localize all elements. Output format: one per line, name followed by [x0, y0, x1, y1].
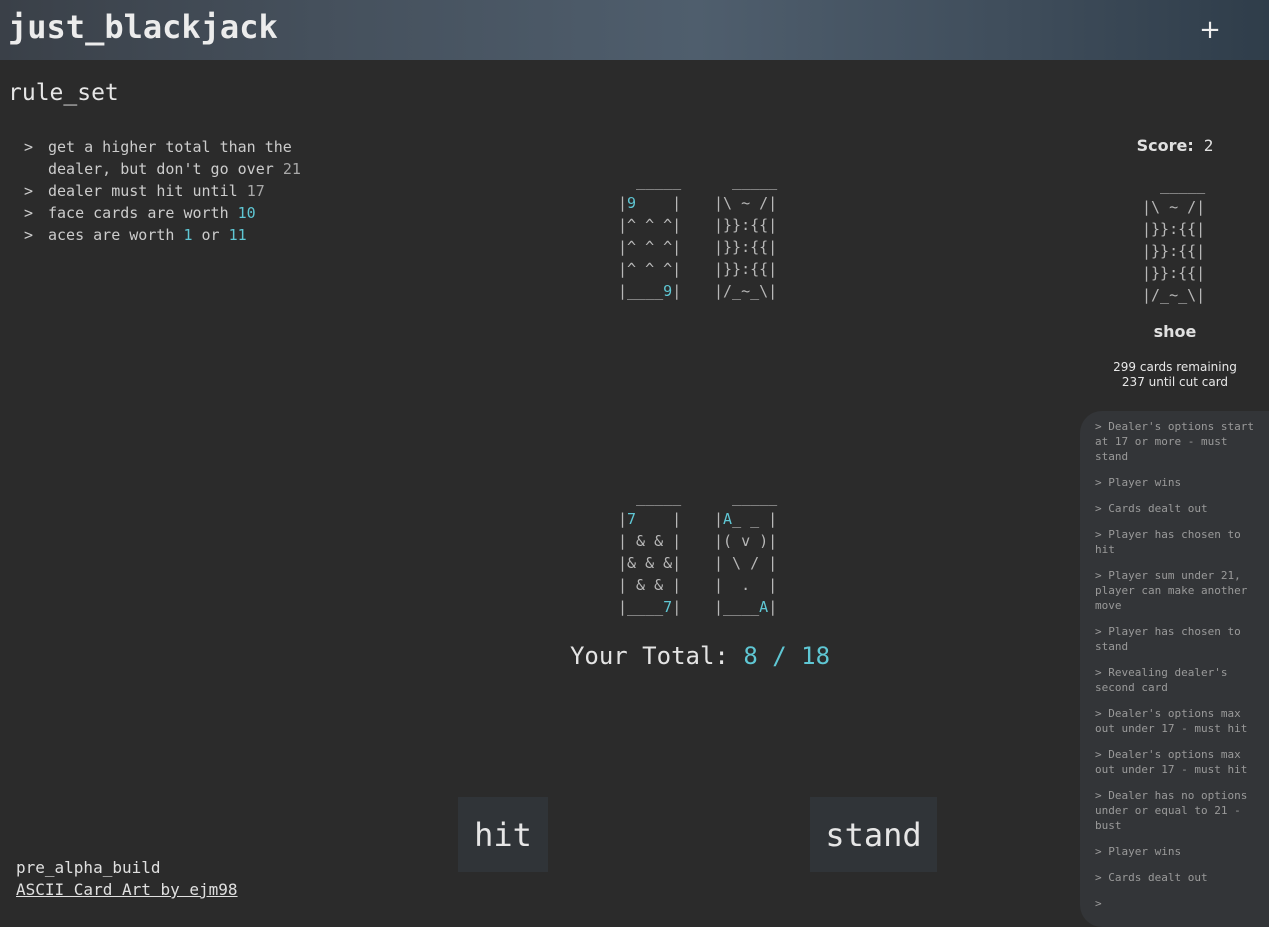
build-label: pre_alpha_build: [16, 858, 161, 877]
log-entry: > Dealer's options start at 17 or more -…: [1095, 420, 1254, 463]
rule-number: 1: [183, 226, 193, 244]
stand-button[interactable]: stand: [810, 797, 937, 872]
player-card-seven: _____ |7 | | & & | |& & &| | & & | |____…: [618, 488, 682, 616]
rule-arrow: >: [24, 204, 34, 222]
rule-item: > aces are worth 1 or 11: [24, 224, 344, 246]
log-entry: > Player has chosen to hit: [1095, 528, 1241, 556]
dealer-card-nine: _____ |9 | |^ ^ ^| |^ ^ ^| |^ ^ ^| |____…: [618, 172, 682, 300]
log-entry: > Player wins: [1095, 845, 1182, 858]
log-entry: > Player has chosen to stand: [1095, 625, 1241, 653]
rule-item: > dealer must hit until 17: [24, 180, 344, 202]
log-entry: > Dealer's options max out under 17 - mu…: [1095, 748, 1248, 776]
rule-number: 17: [246, 182, 265, 200]
shoe-info: 299 cards remaining 237 until cut card: [1080, 360, 1269, 390]
app-header: just_blackjack +: [0, 0, 1269, 60]
rule-text: dealer must hit until: [48, 182, 247, 200]
rule-arrow: >: [24, 226, 34, 244]
dealer-card-hidden: _____ |\ ~ /| |}}:{{| |}}:{{| |}}:{{| |/…: [714, 172, 778, 300]
cards-remaining: 299 cards remaining: [1113, 360, 1237, 374]
total-label: Your Total:: [569, 642, 729, 670]
app-title: just_blackjack: [8, 8, 278, 46]
shoe-label: shoe: [1153, 322, 1197, 341]
log-entry: > Player wins: [1095, 476, 1182, 489]
log-entry: >: [1095, 897, 1102, 910]
score-display: Score: 2: [1136, 136, 1214, 155]
rule-arrow: >: [24, 138, 34, 156]
rule-arrow: >: [24, 182, 34, 200]
log-entry: > Revealing dealer's second card: [1095, 666, 1228, 694]
shoe-card-back: _____ |\ ~ /| |}}:{{| |}}:{{| |}}:{{| |/…: [1142, 176, 1206, 304]
rules-title: rule_set: [8, 80, 119, 106]
score-value: 2: [1203, 136, 1214, 155]
rule-item: > face cards are worth 10: [24, 202, 344, 224]
rule-number: 10: [237, 204, 256, 222]
log-entry: > Cards dealt out: [1095, 871, 1208, 884]
game-log[interactable]: > Dealer's options start at 17 or more -…: [1080, 411, 1269, 927]
rules-list: > get a higher total than the dealer, but…: [24, 136, 344, 246]
rule-item: > get a higher total than the dealer, but…: [24, 136, 344, 180]
log-entry: > Dealer has no options under or equal t…: [1095, 789, 1248, 832]
rule-number: 11: [228, 226, 247, 244]
log-entry: > Cards dealt out: [1095, 502, 1208, 515]
hit-button[interactable]: hit: [458, 797, 548, 872]
player-total: Your Total: 8 / 18: [500, 642, 900, 670]
player-card-ace: _____ |A_ _ | |( v )| | \ / | | . | |___…: [714, 488, 778, 616]
credit-link[interactable]: ASCII Card Art by ejm98: [16, 880, 238, 899]
log-entry: > Dealer's options max out under 17 - mu…: [1095, 707, 1248, 735]
total-value: 8 / 18: [743, 642, 831, 670]
rule-number: 21: [282, 160, 301, 178]
rule-text: face cards are worth: [48, 204, 238, 222]
rule-text: get a higher total than the dealer, but …: [48, 138, 292, 178]
log-entry: > Player sum under 21, player can make a…: [1095, 569, 1248, 612]
rule-text: aces are worth: [48, 226, 184, 244]
plus-icon[interactable]: +: [1196, 14, 1224, 46]
rule-text: or: [192, 226, 229, 244]
cut-card-count: 237 until cut card: [1121, 375, 1229, 389]
